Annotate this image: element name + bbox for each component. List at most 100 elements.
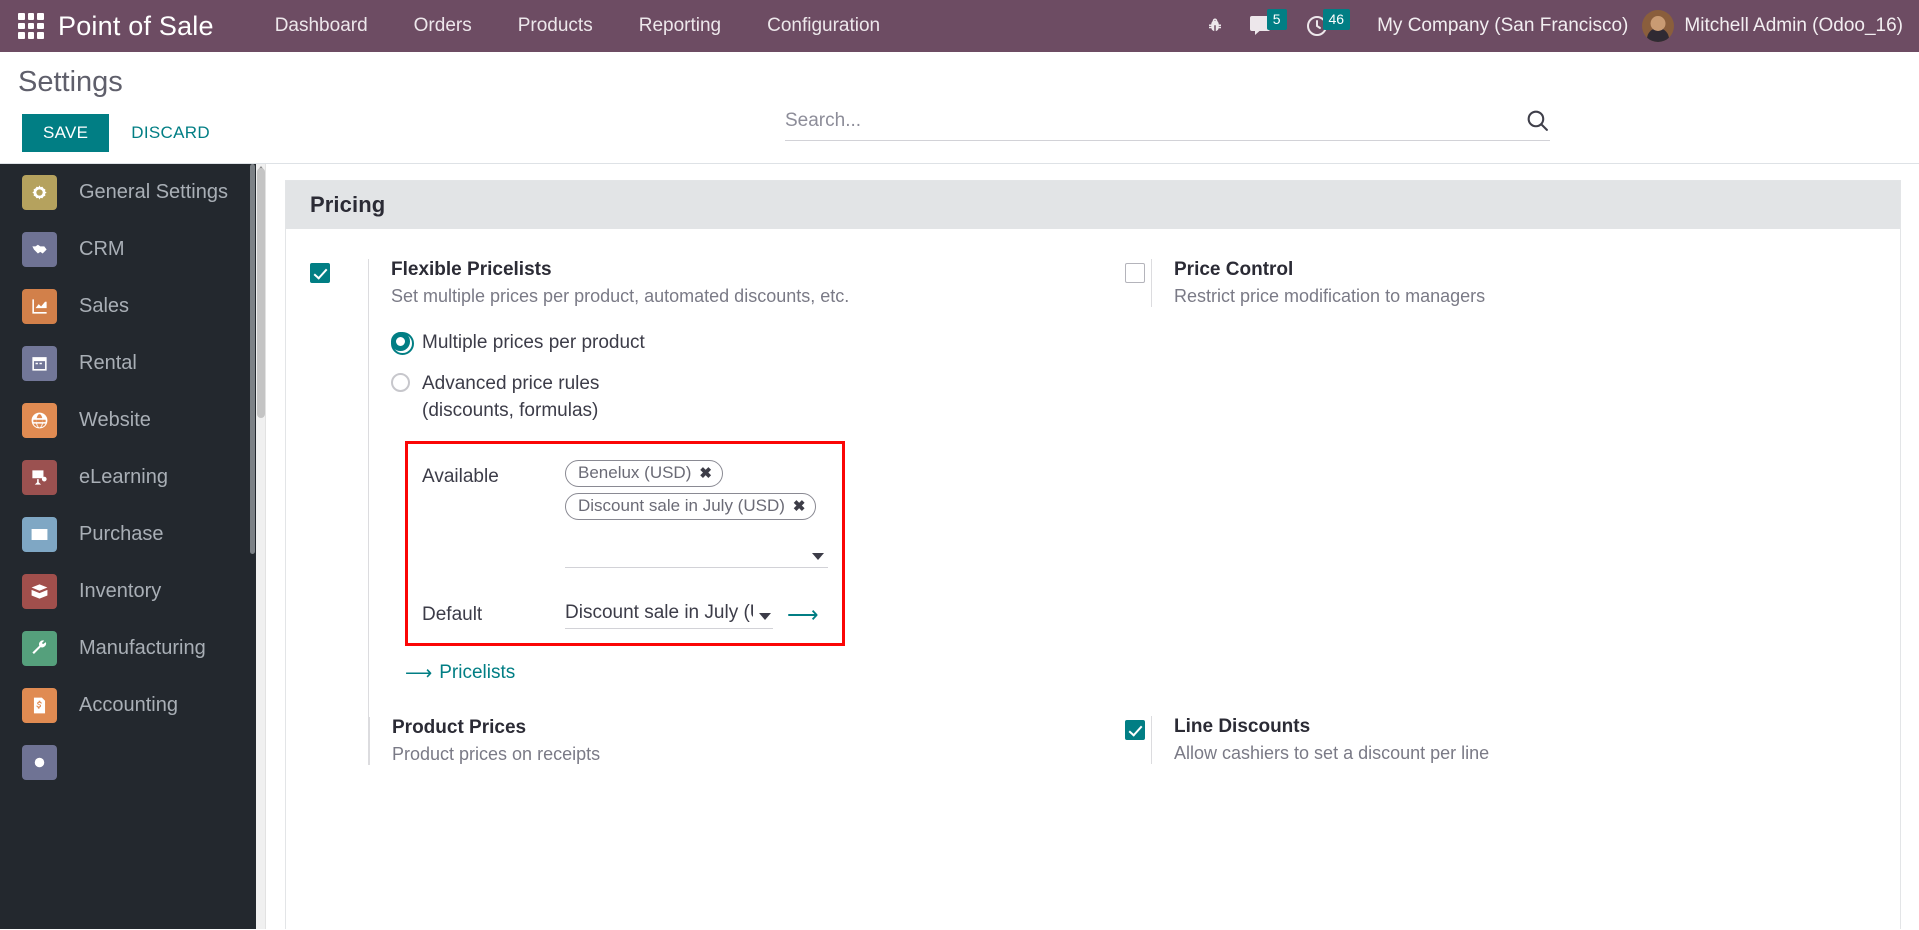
tag-list: Benelux (USD) ✖ Discount sale in July (U… — [565, 459, 828, 526]
sidebar-item-general-settings[interactable]: General Settings — [0, 164, 256, 221]
sidebar-item-manufacturing[interactable]: Manufacturing — [0, 620, 256, 677]
app-icon — [22, 745, 57, 780]
credit-card-icon — [22, 517, 57, 552]
available-pricelists-row: Available Benelux (USD) ✖ Discount sale … — [422, 459, 828, 568]
invoice-dollar-icon — [22, 688, 57, 723]
sidebar-item-purchase[interactable]: Purchase — [0, 506, 256, 563]
menu-dashboard[interactable]: Dashboard — [252, 0, 391, 52]
remove-tag-icon[interactable]: ✖ — [793, 497, 806, 515]
flexible-pricelists-checkbox[interactable] — [310, 263, 330, 283]
sidebar-item-crm[interactable]: CRM — [0, 221, 256, 278]
pricelists-link[interactable]: ⟶ Pricelists — [405, 662, 515, 685]
product-prices-desc: Product prices on receipts — [392, 743, 601, 764]
sidebar-item-rental[interactable]: Rental — [0, 335, 256, 392]
sidebar-item-elearning[interactable]: eLearning — [0, 449, 256, 506]
chevron-down-icon[interactable] — [759, 612, 771, 620]
sidebar-item-inventory[interactable]: Inventory — [0, 563, 256, 620]
pricelist-tag-label: Discount sale in July (USD) — [578, 495, 785, 515]
menu-orders[interactable]: Orders — [391, 0, 495, 52]
price-control-checkbox[interactable] — [1125, 263, 1145, 283]
sidebar-item-label: Website — [79, 409, 151, 431]
sidebar-item-website[interactable]: Website — [0, 392, 256, 449]
top-navbar: Point of Sale Dashboard Orders Products … — [0, 0, 1919, 52]
pricelist-fields-highlight-box: Available Benelux (USD) ✖ Discount sale … — [405, 440, 845, 646]
line-discounts-desc: Allow cashiers to set a discount per lin… — [1174, 743, 1490, 763]
user-avatar[interactable] — [1642, 10, 1675, 42]
pricing-block: Pricing Flexible Pricelists Set multiple… — [285, 180, 1901, 929]
radio-multiple-prices-icon[interactable] — [391, 332, 414, 355]
search-icon[interactable] — [1525, 108, 1550, 133]
setting-flexible-pricelists: Flexible Pricelists Set multiple prices … — [310, 259, 1093, 765]
chevron-down-icon[interactable] — [812, 552, 824, 560]
search-bar — [785, 108, 1550, 141]
apps-grid-icon[interactable] — [18, 13, 44, 39]
price-control-checkbox-wrap — [1093, 259, 1151, 288]
gear-icon — [22, 175, 57, 210]
default-pricelist-select[interactable]: Discount sale in July (USD) — [565, 602, 773, 629]
calendar-icon — [22, 346, 57, 381]
line-discounts-title: Line Discounts — [1174, 716, 1311, 737]
product-prices-text: Product Prices Product prices on receipt… — [369, 716, 1033, 765]
search-input[interactable] — [785, 109, 1525, 132]
wrench-icon — [22, 631, 57, 666]
company-switcher[interactable]: My Company (San Francisco) — [1377, 15, 1628, 37]
settings-content: Pricing Flexible Pricelists Set multiple… — [267, 164, 1919, 929]
bug-icon[interactable] — [1206, 16, 1224, 36]
action-buttons: SAVE DISCARD — [22, 114, 226, 152]
sidebar-item-next[interactable] — [0, 734, 256, 791]
main-scrollbar[interactable] — [256, 164, 266, 929]
app-brand-title[interactable]: Point of Sale — [58, 11, 214, 42]
chart-line-icon — [22, 289, 57, 324]
default-pricelist-row: Default Discount sale in July (USD) ⟶ — [422, 602, 828, 629]
setting-product-prices: Product Prices Product prices on receipt… — [369, 716, 1063, 765]
default-pricelist-value: Discount sale in July (USD) — [565, 601, 753, 623]
radio-advanced-price-rules-icon[interactable] — [391, 372, 410, 392]
sidebar-item-label: CRM — [79, 238, 125, 260]
available-pricelists-input[interactable] — [565, 538, 828, 568]
sidebar-item-accounting[interactable]: Accounting — [0, 677, 256, 734]
sidebar-item-sales[interactable]: Sales — [0, 278, 256, 335]
line-discounts-checkbox-wrap — [1093, 716, 1151, 745]
remove-tag-icon[interactable]: ✖ — [699, 464, 712, 482]
sidebar-item-label: Rental — [79, 352, 137, 374]
available-pricelists-field[interactable]: Benelux (USD) ✖ Discount sale in July (U… — [565, 459, 828, 568]
price-control-title: Price Control — [1174, 259, 1294, 280]
page-title: Settings — [18, 66, 123, 98]
activities-counter[interactable]: 46 — [1305, 8, 1351, 38]
pricing-block-header: Pricing — [286, 181, 1900, 229]
pricelist-tag[interactable]: Benelux (USD) ✖ — [565, 459, 723, 487]
radio-advanced-price-rules-label: Advanced price rules (discounts, formula… — [422, 372, 600, 422]
box-icon — [22, 574, 57, 609]
save-button[interactable]: SAVE — [22, 114, 110, 152]
pricing-block-body: Flexible Pricelists Set multiple prices … — [286, 229, 1900, 787]
default-label: Default — [422, 604, 483, 626]
activities-count-badge: 46 — [1322, 8, 1351, 30]
radio-multiple-prices-per-product[interactable]: Multiple prices per product — [391, 329, 1063, 357]
discard-button[interactable]: DISCARD — [115, 114, 226, 152]
pricing-settings-grid: Flexible Pricelists Set multiple prices … — [310, 259, 1876, 787]
sidebar-item-label: Inventory — [79, 580, 162, 602]
presentation-icon — [22, 460, 57, 495]
menu-configuration[interactable]: Configuration — [744, 0, 903, 52]
messages-counter[interactable]: 5 — [1247, 8, 1287, 38]
price-control-text: Price Control Restrict price modificatio… — [1151, 259, 1846, 307]
arrow-right-icon[interactable]: ⟶ — [787, 604, 819, 626]
menu-reporting[interactable]: Reporting — [616, 0, 744, 52]
settings-sidebar: General Settings CRM Sales Rental Websit — [0, 164, 256, 929]
pricelists-link-label: Pricelists — [439, 662, 516, 684]
flexible-pricelists-desc: Set multiple prices per product, automat… — [391, 286, 850, 306]
pricelist-tag-label: Benelux (USD) — [578, 462, 692, 482]
sidebar-scrollbar[interactable] — [249, 164, 256, 929]
user-menu[interactable]: Mitchell Admin (Odoo_16) — [1684, 15, 1903, 37]
pricelists-link-row: ⟶ Pricelists — [405, 662, 1063, 685]
line-discounts-text: Line Discounts Allow cashiers to set a d… — [1151, 716, 1846, 764]
arrow-right-icon: ⟶ — [405, 662, 433, 684]
page-body: General Settings CRM Sales Rental Websit — [0, 164, 1919, 929]
radio-advanced-price-rules[interactable]: Advanced price rules (discounts, formula… — [391, 370, 1063, 425]
sidebar-item-label: eLearning — [79, 466, 168, 488]
line-discounts-checkbox[interactable] — [1125, 720, 1145, 740]
sidebar-item-label: Accounting — [79, 694, 178, 716]
pricelist-tag[interactable]: Discount sale in July (USD) ✖ — [565, 492, 817, 520]
menu-products[interactable]: Products — [495, 0, 616, 52]
pricing-right-column: Price Control Restrict price modificatio… — [1093, 259, 1876, 787]
